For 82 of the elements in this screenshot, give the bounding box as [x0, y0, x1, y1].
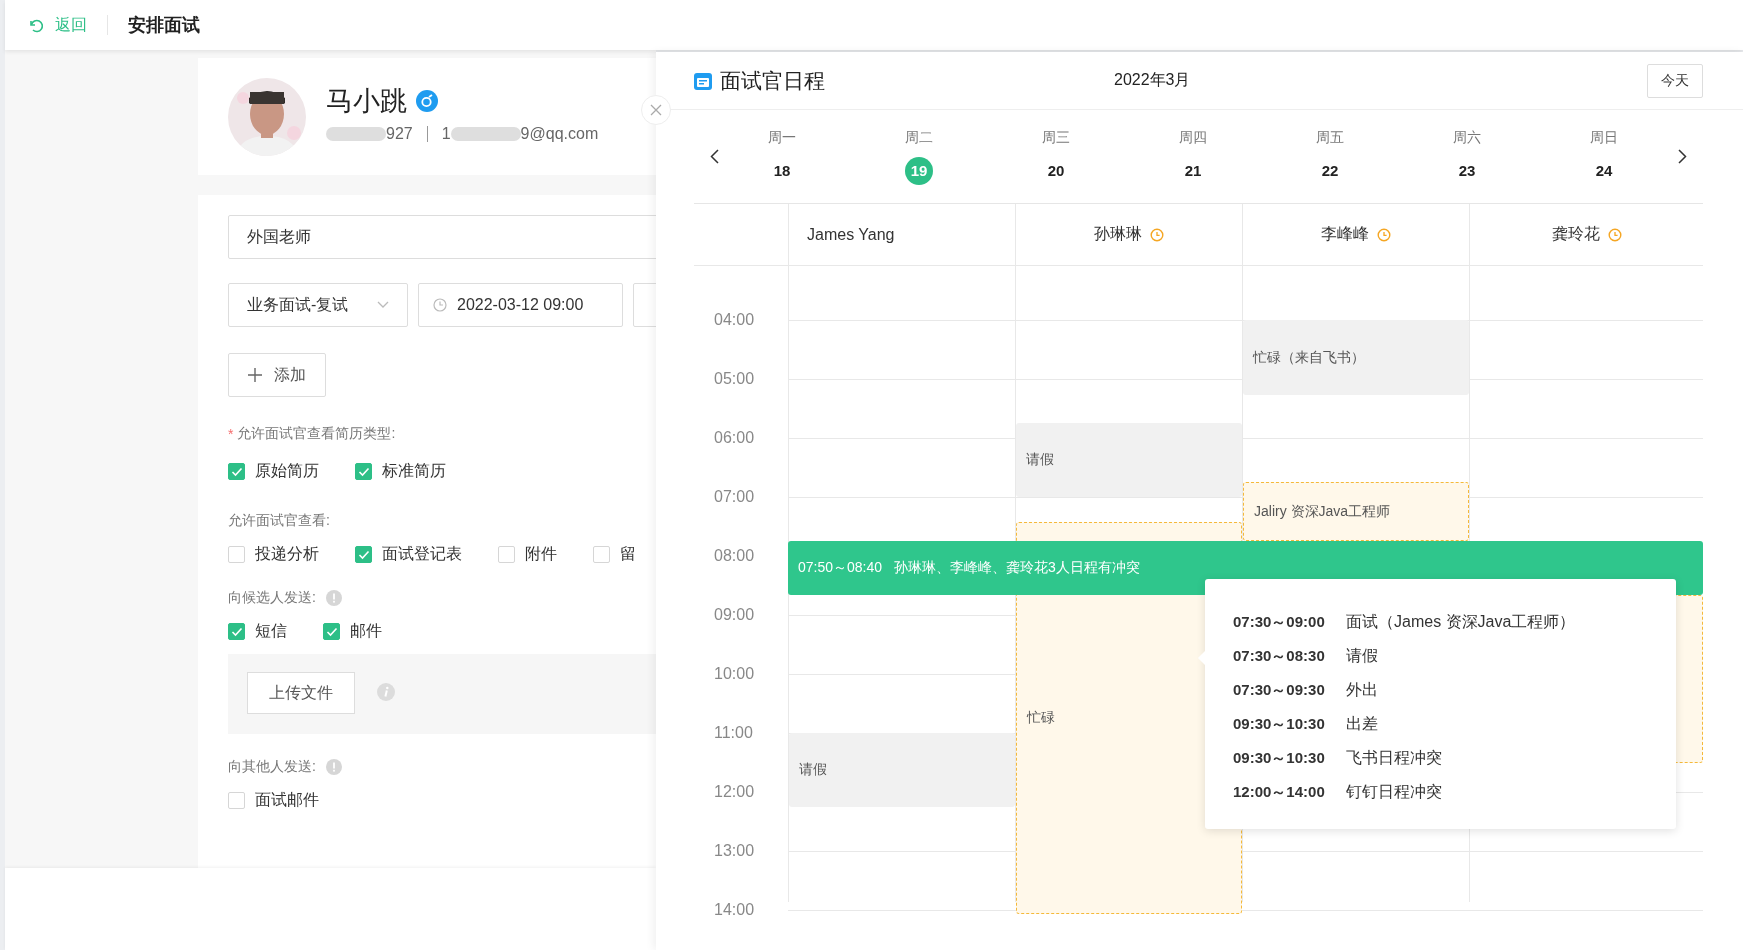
clock-icon	[1377, 227, 1391, 242]
panel-title: 面试官日程	[720, 67, 825, 94]
check-icon	[230, 626, 243, 637]
interviewer-name: James Yang	[807, 225, 895, 244]
back-icon	[27, 17, 43, 33]
calendar-icon	[694, 71, 712, 90]
upload-button[interactable]: 上传文件	[247, 672, 355, 714]
info-icon	[325, 590, 342, 606]
check-icon	[230, 466, 243, 477]
conflict-reason: 请假	[1346, 645, 1378, 666]
hour-label: 10:00	[714, 664, 755, 684]
interviewer-name: 龚玲花	[1551, 224, 1600, 244]
hour-label: 05:00	[714, 369, 755, 389]
busy-block[interactable]: 请假	[1016, 423, 1242, 497]
phone-number: 927	[386, 124, 413, 143]
hour-label: 13:00	[714, 841, 755, 861]
chevron-right-icon[interactable]	[1678, 149, 1687, 164]
section-label: 向候选人发送:	[228, 589, 316, 607]
close-icon	[650, 104, 662, 116]
checkbox-option[interactable]: 原始简历	[228, 461, 319, 482]
section-label: 向其他人发送:	[228, 758, 316, 776]
round-select[interactable]: 业务面试-复试	[228, 283, 408, 327]
clock-icon	[433, 298, 447, 312]
checkbox-option[interactable]: 留	[593, 544, 636, 565]
verified-icon	[415, 88, 439, 113]
hour-label: 09:00	[714, 605, 755, 625]
section-label: 允许面试官查看:	[228, 512, 330, 530]
hour-label: 06:00	[714, 428, 755, 448]
checkbox-option[interactable]: 短信	[228, 621, 287, 642]
conflict-time: 07:50～08:40	[798, 559, 883, 577]
clock-icon	[1607, 227, 1622, 242]
day-tab[interactable]: 周五 22	[1300, 128, 1360, 185]
day-tab[interactable]: 周四 21	[1163, 128, 1223, 185]
info-icon	[377, 683, 395, 701]
check-icon	[357, 466, 370, 477]
conflict-reason: 飞书日程冲突	[1346, 747, 1442, 768]
required-mark: *	[228, 426, 234, 442]
day-tab[interactable]: 周日 24	[1574, 128, 1634, 185]
conflict-reason: 出差	[1346, 713, 1378, 734]
hour-label: 14:00	[714, 900, 755, 920]
date-field[interactable]: 2022-03-12 09:00	[418, 283, 623, 327]
chevron-left-icon[interactable]	[710, 149, 719, 164]
check-icon	[325, 626, 338, 637]
hour-label: 04:00	[714, 310, 755, 330]
checkbox-option[interactable]: 投递分析	[228, 544, 319, 565]
month-label: 2022年3月	[1114, 70, 1191, 90]
today-button[interactable]: 今天	[1647, 63, 1703, 98]
conflict-reason: 面试（James 资深Java工程师）	[1346, 611, 1576, 632]
day-tab[interactable]: 周一 18	[752, 128, 812, 185]
check-icon	[357, 549, 370, 560]
checkbox-option[interactable]: 面试邮件	[228, 790, 319, 811]
redaction-mark	[326, 126, 386, 141]
checkbox-option[interactable]: 邮件	[323, 621, 382, 642]
email-start: 1	[441, 124, 451, 143]
interviewer-name: 李峰峰	[1321, 224, 1369, 244]
add-button[interactable]: 添加	[228, 353, 326, 397]
hour-label: 12:00	[714, 782, 755, 802]
day-tab[interactable]: 周六 23	[1437, 128, 1497, 185]
tentative-block[interactable]: Jaliry 资深Java工程师	[1243, 482, 1469, 541]
page-title: 安排面试	[128, 14, 200, 37]
info-icon	[325, 759, 342, 775]
conflict-reason: 钉钉日程冲突	[1346, 781, 1442, 802]
clock-icon	[1150, 227, 1164, 242]
day-tab[interactable]: 周二 19	[889, 128, 949, 185]
hour-label: 07:00	[714, 487, 755, 507]
busy-block[interactable]: 忙碌（来自飞书）	[1243, 320, 1469, 395]
position-field[interactable]: 外国老师	[228, 215, 656, 259]
conflict-reason: 外出	[1346, 679, 1378, 700]
checkbox-option[interactable]: 面试登记表	[355, 544, 462, 565]
plus-icon	[248, 368, 262, 382]
day-tab[interactable]: 周三 20	[1026, 128, 1086, 185]
chevron-down-icon	[377, 301, 389, 309]
hour-label: 11:00	[714, 723, 753, 743]
email-address: 9@qq.com	[520, 124, 599, 143]
checkbox-option[interactable]: 标准简历	[355, 461, 446, 482]
section-label: 允许面试官查看简历类型:	[237, 425, 396, 443]
hour-label: 08:00	[714, 546, 755, 566]
checkbox-option[interactable]: 附件	[498, 544, 557, 565]
redaction-mark	[450, 126, 521, 141]
interviewer-name: 孙琳琳	[1094, 224, 1142, 244]
busy-block[interactable]: 请假	[789, 733, 1015, 807]
candidate-name: 马小跳	[326, 84, 407, 118]
